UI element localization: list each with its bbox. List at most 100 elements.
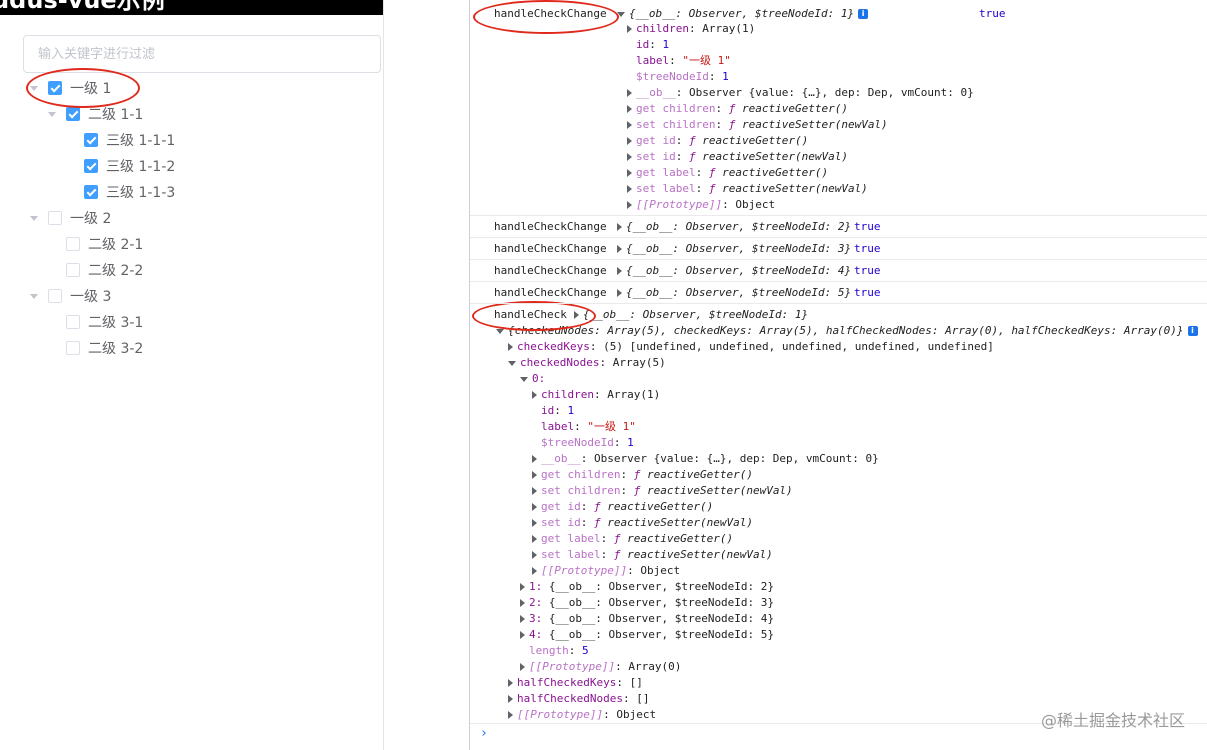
checked-node-item[interactable]: 3: {__ob__: Observer, $treeNodeId: 4} [520, 611, 774, 627]
expand-right-icon[interactable] [627, 105, 632, 113]
info-icon[interactable]: i [858, 9, 869, 19]
tree-node[interactable]: 二级 3-1 [46, 309, 143, 335]
tree-node[interactable]: 三级 1-1-3 [64, 179, 175, 205]
expand-down-icon[interactable] [496, 328, 504, 334]
prop-get-children[interactable]: get children: ƒ reactiveGetter() [532, 467, 753, 483]
checked-node-item[interactable]: 1: {__ob__: Observer, $treeNodeId: 2} [520, 579, 774, 595]
caret-down-icon[interactable] [28, 82, 40, 94]
expand-right-icon[interactable] [627, 121, 632, 129]
prop-prototype[interactable]: [[Prototype]]: Object [532, 563, 680, 579]
tree-node[interactable]: 二级 1-1 [46, 101, 143, 127]
prop-set-label[interactable]: set label: ƒ reactiveSetter(newVal) [627, 181, 868, 197]
checkbox-unchecked[interactable] [66, 237, 80, 251]
prop-half-checked-keys[interactable]: halfCheckedKeys: [] [508, 675, 643, 691]
expand-right-icon[interactable] [532, 503, 537, 511]
prop-half-checked-nodes[interactable]: halfCheckedNodes: [] [508, 691, 649, 707]
prop-get-label[interactable]: get label: ƒ reactiveGetter() [532, 531, 733, 547]
tree-node[interactable]: 二级 3-2 [46, 335, 143, 361]
expand-right-icon[interactable] [627, 25, 632, 33]
console-entry[interactable]: {__ob__: Observer, $treeNodeId: 4} [617, 263, 851, 279]
filter-input[interactable] [23, 35, 381, 73]
expand-right-icon[interactable] [508, 343, 513, 351]
expand-right-icon[interactable] [617, 223, 622, 231]
tree-node[interactable]: 二级 2-2 [46, 257, 143, 283]
console-entry[interactable]: {__ob__: Observer, $treeNodeId: 5} [617, 285, 851, 301]
console-entry[interactable]: {__ob__: Observer, $treeNodeId: 2} [617, 219, 851, 235]
expand-right-icon[interactable] [574, 311, 579, 319]
prop-set-children[interactable]: set children: ƒ reactiveSetter(newVal) [532, 483, 793, 499]
checkbox-unchecked[interactable] [66, 263, 80, 277]
console-prompt[interactable]: › [480, 726, 488, 741]
prop-object-prototype[interactable]: [[Prototype]]: Object [508, 707, 656, 723]
checkbox-checked[interactable] [66, 107, 80, 121]
expand-right-icon[interactable] [520, 583, 525, 591]
prop-ob[interactable]: __ob__: Observer {value: {…}, dep: Dep, … [532, 451, 879, 467]
expand-right-icon[interactable] [532, 471, 537, 479]
prop-ob[interactable]: __ob__: Observer {value: {…}, dep: Dep, … [627, 85, 974, 101]
console-entry-check[interactable]: {__ob__: Observer, $treeNodeId: 1} [574, 307, 808, 323]
caret-down-icon[interactable] [28, 290, 40, 302]
expand-right-icon[interactable] [508, 695, 513, 703]
expand-right-icon[interactable] [627, 185, 632, 193]
prop-children[interactable]: children: Array(1) [532, 387, 660, 403]
expand-right-icon[interactable] [532, 535, 537, 543]
tree-node[interactable]: 三级 1-1-2 [64, 153, 175, 179]
prop-children[interactable]: children: Array(1) [627, 21, 755, 37]
checkbox-unchecked[interactable] [48, 211, 62, 225]
expand-right-icon[interactable] [532, 455, 537, 463]
expand-right-icon[interactable] [627, 153, 632, 161]
prop-get-id[interactable]: get id: ƒ reactiveGetter() [532, 499, 713, 515]
checkbox-unchecked[interactable] [66, 315, 80, 329]
prop-prototype[interactable]: [[Prototype]]: Object [627, 197, 775, 213]
checked-node-item[interactable]: 4: {__ob__: Observer, $treeNodeId: 5} [520, 627, 774, 643]
expand-right-icon[interactable] [532, 519, 537, 527]
prop-set-id[interactable]: set id: ƒ reactiveSetter(newVal) [627, 149, 848, 165]
expand-right-icon[interactable] [627, 169, 632, 177]
expand-right-icon[interactable] [520, 615, 525, 623]
caret-down-icon[interactable] [28, 212, 40, 224]
expand-right-icon[interactable] [617, 289, 622, 297]
caret-down-icon[interactable] [46, 108, 58, 120]
expand-right-icon[interactable] [617, 245, 622, 253]
expand-down-icon[interactable] [617, 11, 625, 17]
expand-down-icon[interactable] [520, 376, 528, 382]
expand-right-icon[interactable] [532, 391, 537, 399]
expand-right-icon[interactable] [627, 137, 632, 145]
expand-right-icon[interactable] [508, 711, 513, 719]
expand-right-icon[interactable] [520, 631, 525, 639]
expand-right-icon[interactable] [532, 487, 537, 495]
tree-node[interactable]: 一级 3 [28, 283, 111, 309]
expand-right-icon[interactable] [627, 89, 632, 97]
console-entry[interactable]: {__ob__: Observer, $treeNodeId: 3} [617, 241, 851, 257]
prop-checked-nodes[interactable]: checkedNodes: Array(5) [508, 355, 666, 371]
expand-right-icon[interactable] [617, 267, 622, 275]
checkbox-checked[interactable] [84, 185, 98, 199]
expand-right-icon[interactable] [508, 679, 513, 687]
prop-set-id[interactable]: set id: ƒ reactiveSetter(newVal) [532, 515, 753, 531]
prop-get-label[interactable]: get label: ƒ reactiveGetter() [627, 165, 828, 181]
checkbox-unchecked[interactable] [48, 289, 62, 303]
tree-node[interactable]: 一级 1 [28, 75, 111, 101]
expand-right-icon[interactable] [520, 663, 525, 671]
console-entry-1[interactable]: {__ob__: Observer, $treeNodeId: 1} i [617, 6, 869, 22]
tree-node[interactable]: 三级 1-1-1 [64, 127, 175, 153]
node-0[interactable]: 0: [520, 371, 545, 387]
prop-nodes-prototype[interactable]: [[Prototype]]: Array(0) [520, 659, 681, 675]
expand-right-icon[interactable] [532, 567, 537, 575]
checkbox-checked[interactable] [84, 159, 98, 173]
expand-right-icon[interactable] [532, 551, 537, 559]
expand-down-icon[interactable] [508, 360, 516, 366]
check-info-object[interactable]: {checkedNodes: Array(5), checkedKeys: Ar… [496, 323, 1198, 339]
tree-node[interactable]: 一级 2 [28, 205, 111, 231]
expand-right-icon[interactable] [520, 599, 525, 607]
prop-set-children[interactable]: set children: ƒ reactiveSetter(newVal) [627, 117, 888, 133]
checked-node-item[interactable]: 2: {__ob__: Observer, $treeNodeId: 3} [520, 595, 774, 611]
checkbox-checked[interactable] [84, 133, 98, 147]
tree-node[interactable]: 二级 2-1 [46, 231, 143, 257]
prop-get-id[interactable]: get id: ƒ reactiveGetter() [627, 133, 808, 149]
checkbox-checked[interactable] [48, 81, 62, 95]
prop-get-children[interactable]: get children: ƒ reactiveGetter() [627, 101, 848, 117]
info-icon[interactable]: i [1187, 326, 1198, 336]
checkbox-unchecked[interactable] [66, 341, 80, 355]
prop-checked-keys[interactable]: checkedKeys: (5) [undefined, undefined, … [508, 339, 994, 355]
